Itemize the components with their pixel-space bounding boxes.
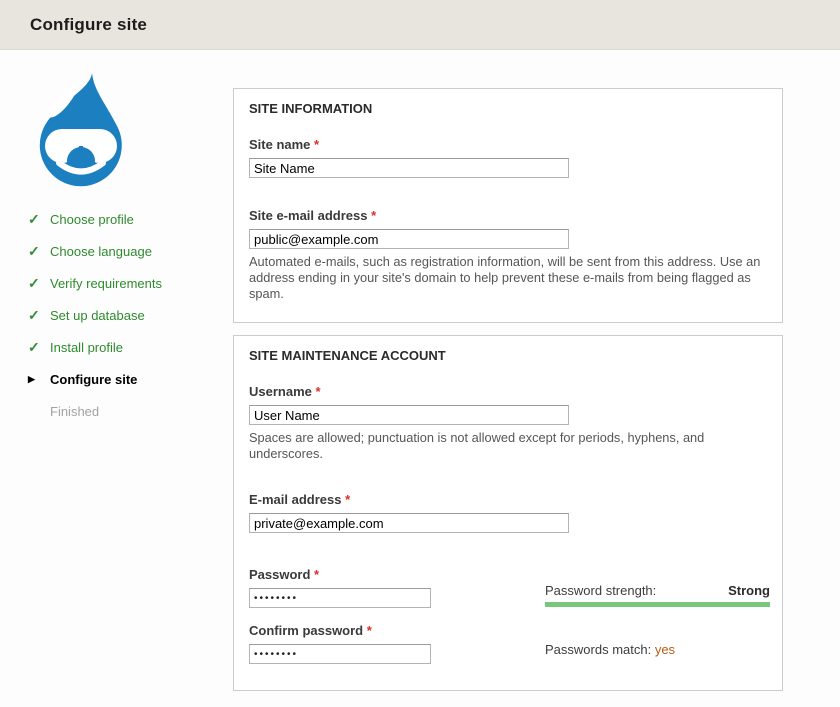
check-icon: ✓ [28,276,50,290]
password-label: Password * [249,567,499,582]
step-label: Configure site [50,372,137,387]
confirm-password-form-item: Confirm password * [249,623,499,664]
step-label: Set up database [50,308,145,323]
password-strength-level: Strong [728,583,770,598]
required-marker: * [314,137,319,152]
site-information-legend: SITE INFORMATION [249,99,767,116]
site-name-label: Site name * [249,137,767,152]
username-label: Username * [249,384,767,399]
site-email-label: Site e-mail address * [249,208,767,223]
email-input[interactable] [249,513,569,533]
step-label: Verify requirements [50,276,162,291]
password-strength-meter [545,602,770,607]
install-steps-list: ✓ Choose profile ✓ Choose language ✓ Ver… [28,212,233,418]
password-area: Password * Confirm password * Password s… [249,567,767,664]
password-strength-label: Password strength: [545,583,656,598]
email-form-item: E-mail address * [249,492,767,533]
password-form-item: Password * [249,567,499,608]
password-feedback-column: Password strength: Strong Passwords matc… [545,567,770,664]
site-email-form-item: Site e-mail address * Automated e-mails,… [249,208,767,302]
required-marker: * [371,208,376,223]
step-verify-requirements: ✓ Verify requirements [28,276,233,290]
email-label: E-mail address * [249,492,767,507]
password-fields-column: Password * Confirm password * [249,567,499,664]
site-maintenance-account-legend: SITE MAINTENANCE ACCOUNT [249,346,767,363]
site-name-input[interactable] [249,158,569,178]
site-email-input[interactable] [249,229,569,249]
check-icon: ✓ [28,340,50,354]
passwords-match-value: yes [655,642,675,657]
step-label: Install profile [50,340,123,355]
password-strength-bar [545,602,770,607]
site-information-fieldset: SITE INFORMATION Site name * Site e-mail… [233,88,783,323]
username-input[interactable] [249,405,569,425]
step-label: Finished [50,404,99,419]
step-finished: Finished [28,404,233,418]
required-marker: * [316,384,321,399]
username-description: Spaces are allowed; punctuation is not a… [249,430,764,462]
confirm-password-label: Confirm password * [249,623,499,638]
current-step-arrow-icon: ▶ [28,374,50,385]
confirm-password-input[interactable] [249,644,431,664]
step-choose-language: ✓ Choose language [28,244,233,258]
page-header: Configure site [0,0,840,50]
step-label: Choose language [50,244,152,259]
layout: ✓ Choose profile ✓ Choose language ✓ Ver… [0,50,840,703]
username-form-item: Username * Spaces are allowed; punctuati… [249,384,767,462]
configure-site-form: SITE INFORMATION Site name * Site e-mail… [233,50,783,703]
required-marker: * [345,492,350,507]
site-email-description: Automated e-mails, such as registration … [249,254,764,302]
check-icon: ✓ [28,244,50,258]
passwords-match-label: Passwords match: [545,642,651,657]
page-title: Configure site [30,15,147,35]
drupal-logo-icon [30,70,130,188]
site-maintenance-account-fieldset: SITE MAINTENANCE ACCOUNT Username * Spac… [233,335,783,691]
passwords-match-row: Passwords match: yes [545,642,770,657]
step-configure-site: ▶ Configure site [28,372,233,386]
required-marker: * [367,623,372,638]
site-name-form-item: Site name * [249,137,767,178]
check-icon: ✓ [28,212,50,226]
step-label: Choose profile [50,212,134,227]
required-marker: * [314,567,319,582]
password-input[interactable] [249,588,431,608]
sidebar: ✓ Choose profile ✓ Choose language ✓ Ver… [0,50,233,703]
step-set-up-database: ✓ Set up database [28,308,233,322]
step-choose-profile: ✓ Choose profile [28,212,233,226]
step-install-profile: ✓ Install profile [28,340,233,354]
check-icon: ✓ [28,308,50,322]
password-strength-row: Password strength: Strong [545,583,770,598]
